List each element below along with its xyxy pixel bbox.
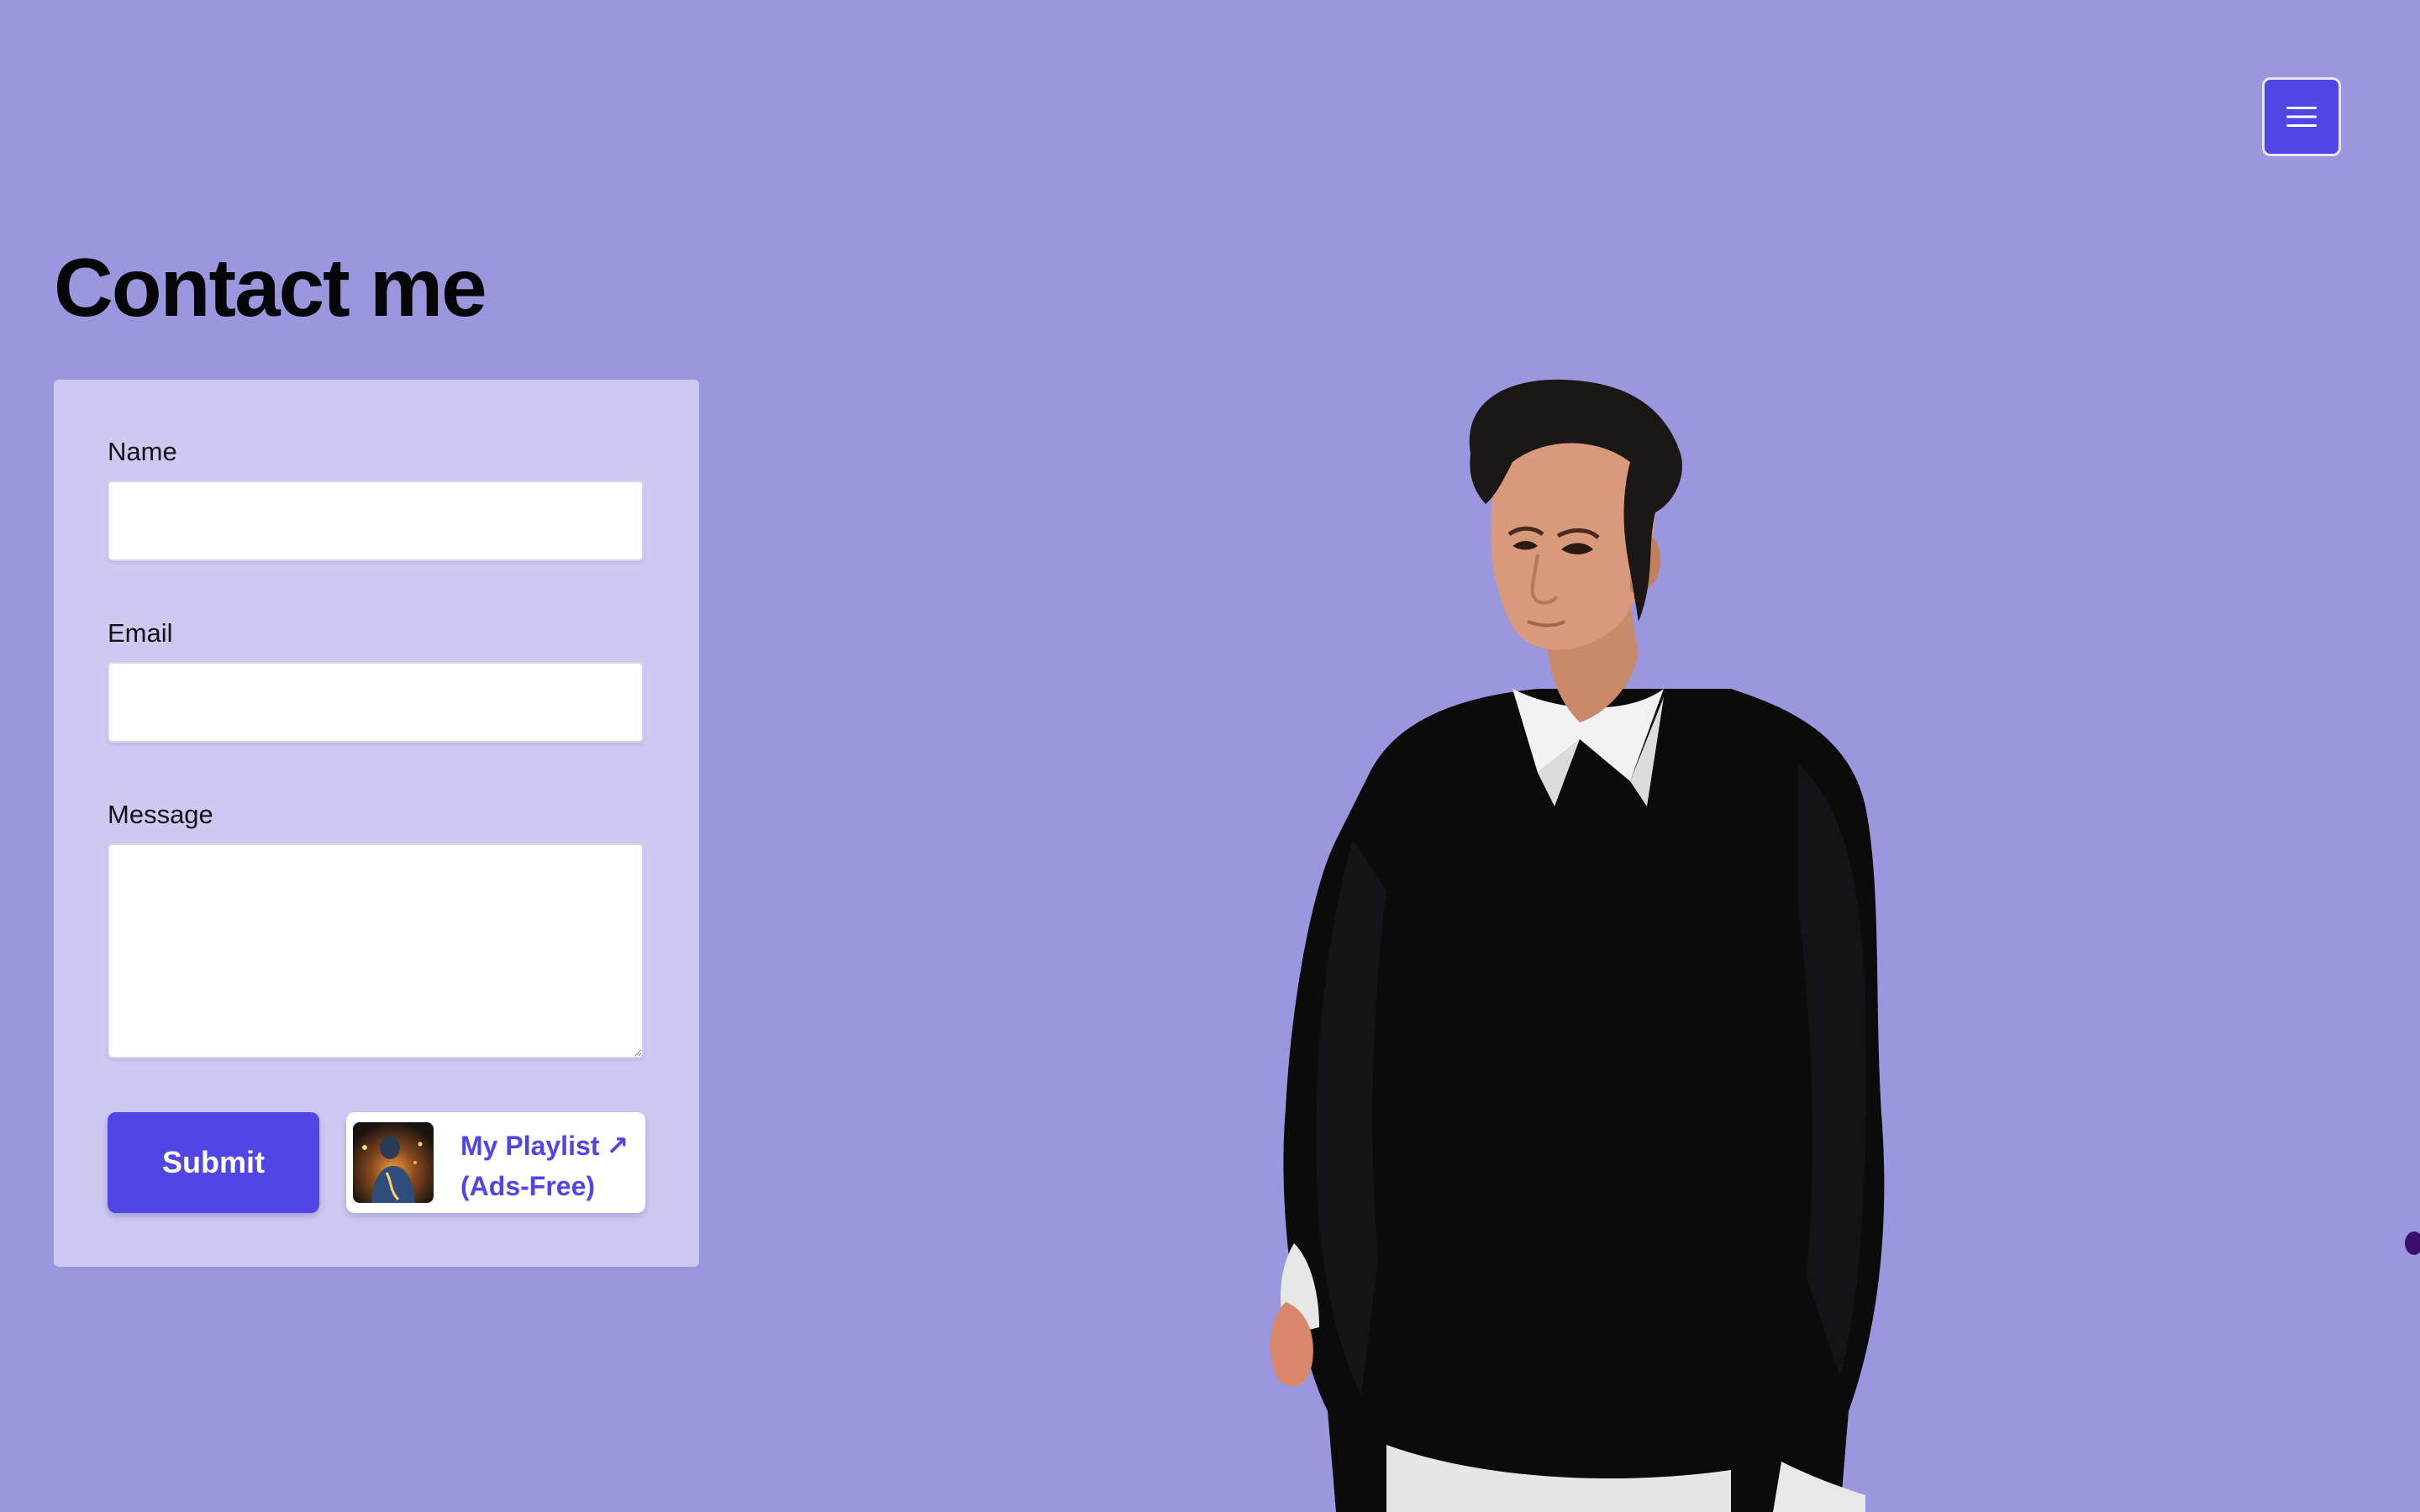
playlist-subtitle: (Ads-Free) — [460, 1171, 596, 1201]
menu-button[interactable] — [2262, 77, 2341, 156]
playlist-label: My Playlist ↗ (Ads-Free) — [460, 1126, 637, 1206]
contact-page: Contact me Name Email Message Submit My … — [0, 0, 2420, 1512]
external-link-arrow-icon: ↗ — [606, 1131, 629, 1161]
hamburger-menu-icon — [2286, 107, 2317, 127]
avatar-illustration — [1270, 379, 1885, 1512]
message-label: Message — [108, 800, 213, 829]
submit-button[interactable]: Submit — [108, 1112, 319, 1213]
name-input[interactable] — [108, 480, 644, 561]
contact-form: Name Email Message Submit My Playlist ↗ … — [54, 380, 699, 1267]
playlist-thumbnail — [353, 1122, 434, 1203]
email-label: Email — [108, 618, 173, 648]
playlist-link[interactable]: My Playlist ↗ (Ads-Free) — [346, 1112, 645, 1213]
email-input[interactable] — [108, 662, 644, 743]
message-textarea[interactable] — [108, 843, 644, 1058]
edge-scroll-handle[interactable] — [2405, 1231, 2420, 1255]
page-title: Contact me — [54, 241, 487, 333]
playlist-title: My Playlist — [460, 1131, 600, 1161]
name-label: Name — [108, 437, 177, 466]
